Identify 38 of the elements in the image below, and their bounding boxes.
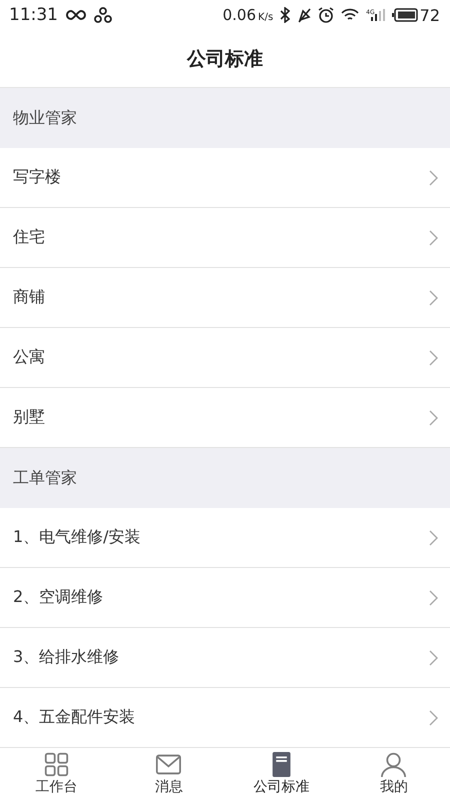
chevron-right-icon xyxy=(429,530,438,546)
section-title: 物业管家 xyxy=(13,108,77,128)
item-label: 别墅 xyxy=(13,407,45,428)
envelope-icon xyxy=(156,752,182,777)
infinity-icon xyxy=(65,9,87,21)
network-speed: 0.06 xyxy=(222,6,256,24)
tab-item[interactable]: 我的 xyxy=(338,748,450,800)
chevron-right-icon xyxy=(429,350,438,366)
chevron-right-icon xyxy=(429,410,438,426)
speed-unit: K/s xyxy=(258,12,274,22)
bluetooth-icon xyxy=(280,7,290,23)
wifi-icon xyxy=(341,8,360,22)
item-label: 写字楼 xyxy=(13,167,61,188)
chevron-right-icon xyxy=(429,230,438,246)
battery-percent: 72 xyxy=(420,6,440,24)
item-label: 商铺 xyxy=(13,287,45,308)
status-time: 11:31 xyxy=(9,5,58,25)
item-label: 3、给排水维修 xyxy=(13,647,120,668)
chevron-right-icon xyxy=(429,650,438,666)
tab-item[interactable]: 消息 xyxy=(112,748,225,800)
item-label: 2、空调维修 xyxy=(13,587,104,608)
grid-icon xyxy=(44,752,69,777)
battery-icon xyxy=(392,8,418,22)
chevron-right-icon xyxy=(429,710,438,726)
person-icon xyxy=(381,752,406,777)
chevron-right-icon xyxy=(429,170,438,186)
section-title: 工单管家 xyxy=(13,468,77,488)
item-label: 1、电气维修/安装 xyxy=(13,527,141,548)
page-title: 公司标准 xyxy=(187,46,263,72)
tab-item[interactable]: 公司标准 xyxy=(225,748,338,800)
link-icon xyxy=(94,7,112,23)
item-label: 公寓 xyxy=(13,347,45,368)
chevron-right-icon xyxy=(429,290,438,306)
item-label: 住宅 xyxy=(13,227,45,248)
tab-item[interactable]: 工作台 xyxy=(0,748,112,800)
item-label: 4、五金配件安装 xyxy=(13,707,136,728)
alarm-icon xyxy=(318,7,334,23)
chevron-right-icon xyxy=(429,590,438,606)
